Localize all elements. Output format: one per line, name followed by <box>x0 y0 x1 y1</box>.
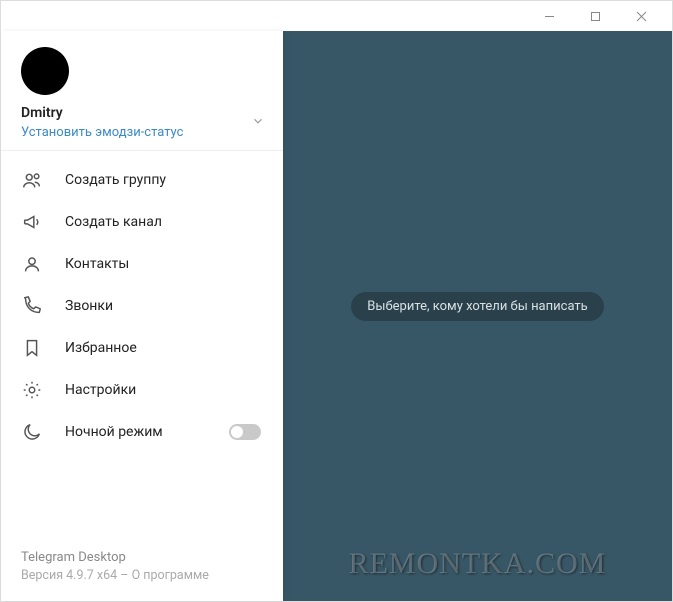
menu-label: Создать группу <box>65 172 166 188</box>
megaphone-icon <box>21 211 43 233</box>
group-icon <box>21 169 43 191</box>
about-link[interactable]: О программе <box>132 568 209 583</box>
moon-icon <box>21 421 43 443</box>
user-icon <box>21 253 43 275</box>
menu-contacts[interactable]: Контакты <box>1 243 283 285</box>
app-name: Telegram Desktop <box>21 550 263 565</box>
menu-create-group[interactable]: Создать группу <box>1 159 283 201</box>
version-text: Версия 4.9.7 x64 <box>21 568 117 583</box>
titlebar <box>1 1 672 31</box>
version-line: Версия 4.9.7 x64 – О программе <box>21 568 263 583</box>
menu-calls[interactable]: Звонки <box>1 285 283 327</box>
spacer <box>1 453 283 536</box>
menu-label: Настройки <box>65 382 136 398</box>
main-area: Выберите, кому хотели бы написать REMONT… <box>283 31 672 601</box>
menu-label: Избранное <box>65 340 137 356</box>
watermark: REMONTKA.COM <box>349 547 607 581</box>
separator: – <box>117 568 131 583</box>
menu-settings[interactable]: Настройки <box>1 369 283 411</box>
menu-saved[interactable]: Избранное <box>1 327 283 369</box>
menu-label: Звонки <box>65 298 113 314</box>
set-emoji-status-link[interactable]: Установить эмодзи-статус <box>21 125 263 140</box>
menu-label: Создать канал <box>65 214 162 230</box>
maximize-button[interactable] <box>572 1 618 31</box>
menu-create-channel[interactable]: Создать канал <box>1 201 283 243</box>
profile-name: Dmitry <box>21 105 263 121</box>
profile-section: Dmitry Установить эмодзи-статус <box>1 31 283 150</box>
sidebar: Dmitry Установить эмодзи-статус Создать … <box>1 31 283 601</box>
app-window: Dmitry Установить эмодзи-статус Создать … <box>0 0 673 602</box>
minimize-button[interactable] <box>526 1 572 31</box>
menu-label: Ночной режим <box>65 424 163 440</box>
night-mode-toggle[interactable] <box>229 424 261 440</box>
footer: Telegram Desktop Версия 4.9.7 x64 – О пр… <box>1 536 283 601</box>
toggle-knob <box>231 426 243 438</box>
menu: Создать группу Создать канал Контакты <box>1 150 283 453</box>
bookmark-icon <box>21 337 43 359</box>
close-button[interactable] <box>618 1 664 31</box>
empty-state-text: Выберите, кому хотели бы написать <box>351 292 603 321</box>
menu-label: Контакты <box>65 256 129 272</box>
gear-icon <box>21 379 43 401</box>
phone-icon <box>21 295 43 317</box>
menu-night-mode[interactable]: Ночной режим <box>1 411 283 453</box>
chevron-down-icon[interactable] <box>251 113 265 132</box>
content: Dmitry Установить эмодзи-статус Создать … <box>1 31 672 601</box>
avatar[interactable] <box>21 47 69 95</box>
